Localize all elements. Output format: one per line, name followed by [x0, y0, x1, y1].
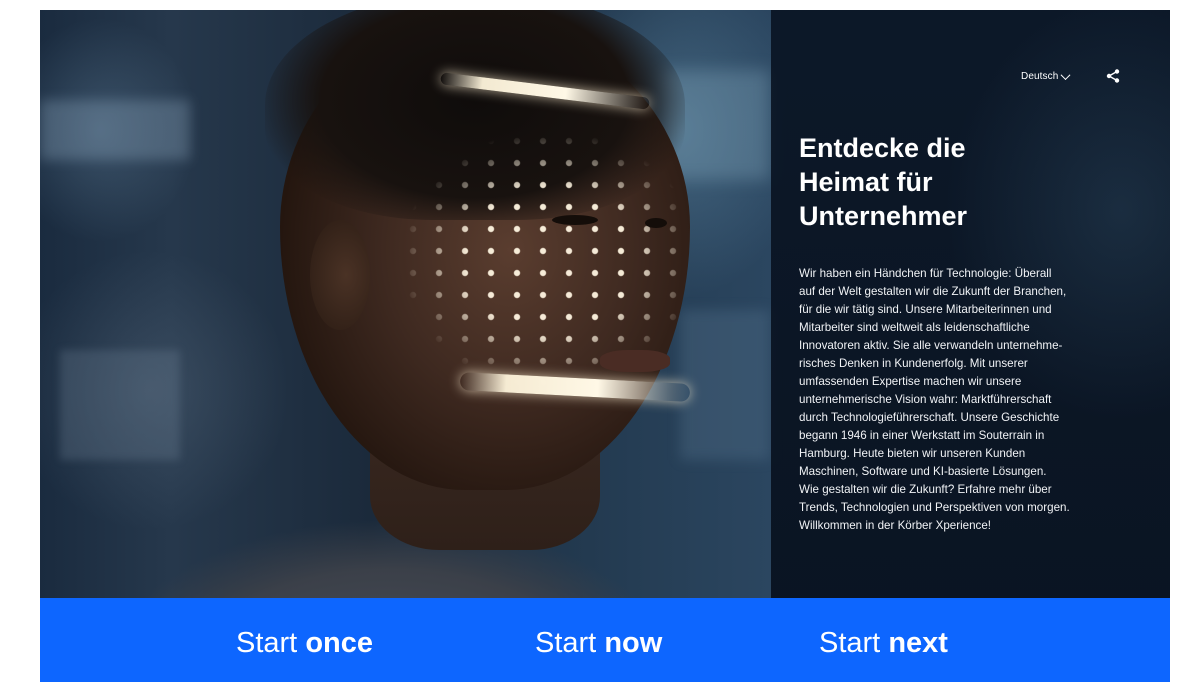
- hero-section: Deutsch Entdecke die Heimat für Unterneh…: [40, 10, 1170, 598]
- link-emphasis: next: [888, 627, 948, 659]
- link-prefix: Start: [236, 627, 298, 659]
- share-icon[interactable]: [1105, 68, 1121, 84]
- bottom-nav-bar: Start once Start now Start next: [40, 598, 1170, 682]
- paragraph-line: Innovatoren aktiv. Sie alle verwandeln u…: [799, 339, 1063, 352]
- language-label: Deutsch: [1021, 71, 1059, 82]
- text-panel: Deutsch Entdecke die Heimat für Unterneh…: [771, 10, 1170, 598]
- person-lips: [600, 350, 670, 372]
- paragraph-line: Trends, Technologien und Perspektiven vo…: [799, 501, 1070, 514]
- paragraph-line: durch Technologieführerschaft. Unsere Ge…: [799, 411, 1060, 424]
- paragraph-line: Willkommen in der Körber Xperience!: [799, 519, 992, 532]
- background-screen-glow: [680, 310, 770, 460]
- paragraph-line: Wir haben ein Händchen für Technologie: …: [799, 267, 1052, 280]
- link-emphasis: now: [604, 627, 663, 659]
- paragraph-line: umfassenden Expertise machen wir unsere: [799, 375, 1022, 388]
- paragraph-line: auf der Welt gestalten wir die Zukunft d…: [799, 285, 1067, 298]
- paragraph-line: für die wir tätig sind. Unsere Mitarbeit…: [799, 303, 1052, 316]
- person-ear: [310, 220, 370, 330]
- paragraph-line: risches Denken in Kundenerfolg. Mit unse…: [799, 357, 1028, 370]
- person-eye: [552, 215, 598, 225]
- start-next-link[interactable]: Start next: [819, 626, 948, 660]
- title-line: Heimat für: [799, 167, 933, 197]
- title-line: Entdecke die: [799, 133, 966, 163]
- paragraph-line: unternehmerische Vision wahr: Marktführe…: [799, 393, 1052, 406]
- paragraph-line: Maschinen, Software und KI-basierte Lösu…: [799, 465, 1047, 478]
- link-prefix: Start: [535, 627, 597, 659]
- paragraph-line: Mitarbeiter sind weltweit als leidenscha…: [799, 321, 1030, 334]
- title-line: Unternehmer: [799, 201, 968, 231]
- page-title: Entdecke die Heimat für Unternehmer: [799, 131, 1119, 233]
- background-screen-glow: [60, 350, 180, 460]
- link-prefix: Start: [819, 627, 881, 659]
- person-eye: [645, 218, 667, 228]
- chevron-down-icon: [1060, 70, 1071, 81]
- paragraph-line: Wie gestalten wir die Zukunft? Erfahre m…: [799, 483, 1052, 496]
- intro-paragraph: Wir haben ein Händchen für Technologie: …: [799, 265, 1159, 535]
- link-emphasis: once: [305, 627, 373, 659]
- background-screen-glow: [40, 100, 190, 160]
- paragraph-line: Hamburg. Heute bieten wir unseren Kunden: [799, 447, 1026, 460]
- start-now-link[interactable]: Start now: [535, 626, 662, 660]
- language-selector[interactable]: Deutsch: [1021, 70, 1071, 82]
- hero-image: [40, 10, 771, 598]
- start-once-link[interactable]: Start once: [236, 626, 373, 660]
- paragraph-line: begann 1946 in einer Werkstatt im Souter…: [799, 429, 1045, 442]
